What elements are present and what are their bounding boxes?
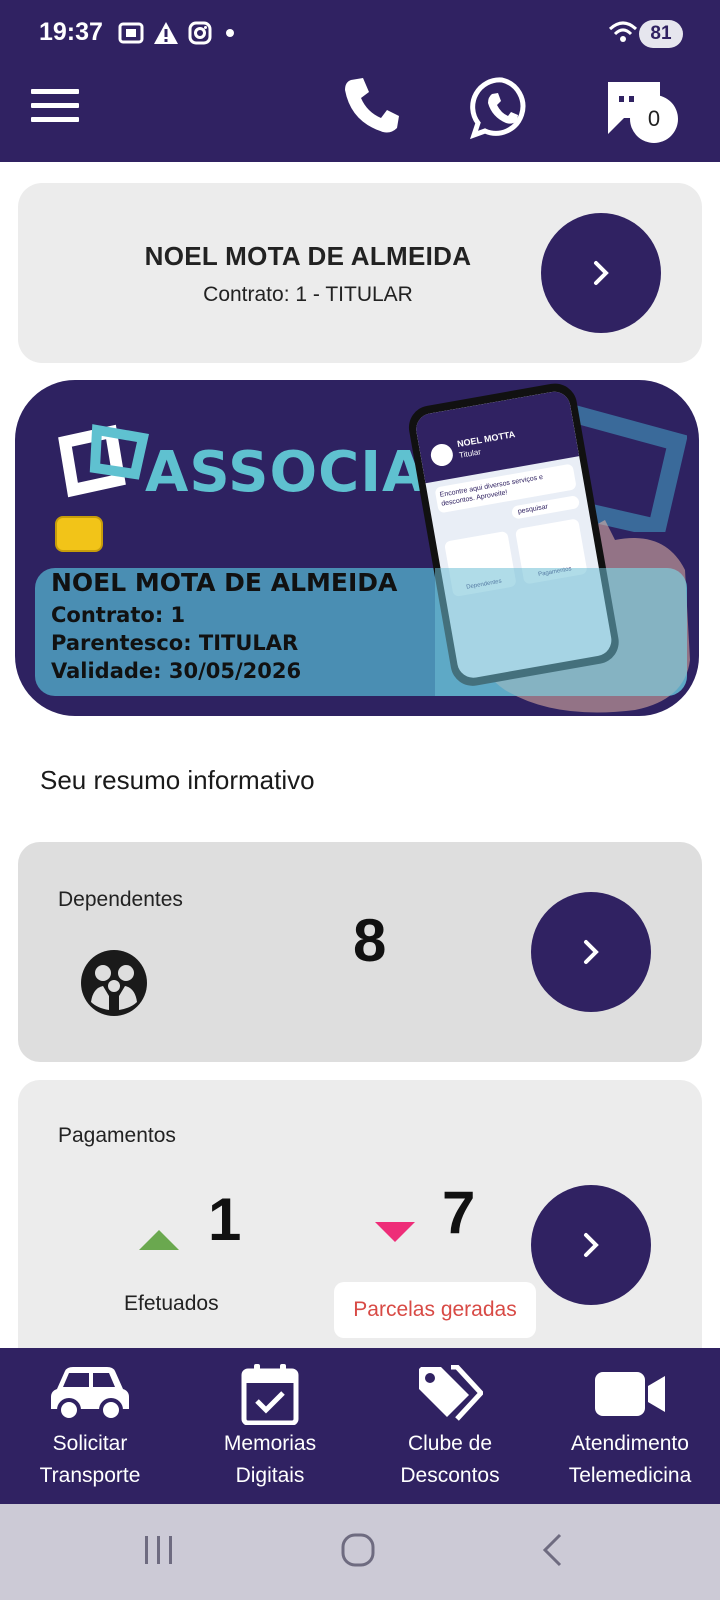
dependents-card[interactable]: Dependentes 8 (18, 842, 702, 1062)
mockup-avatar (429, 442, 455, 468)
chat-count-badge: 0 (630, 95, 678, 143)
payments-generated-count: 7 (442, 1179, 476, 1246)
dependents-count: 8 (353, 907, 387, 974)
system-navigation-bar (0, 1504, 720, 1600)
nav-label: Atendimento (571, 1432, 689, 1455)
nav-telemedicine[interactable]: Atendimento Telemedicina (540, 1348, 720, 1504)
mockup-user-role: Titular (458, 447, 482, 460)
payments-label: Pagamentos (58, 1124, 176, 1147)
card-contract: Contrato: 1 (51, 603, 186, 627)
phone-icon[interactable] (343, 76, 401, 136)
arrow-up-icon (139, 1230, 179, 1250)
payments-paid-label: Efetuados (124, 1292, 219, 1315)
status-time: 19:37 (39, 18, 103, 46)
associado-logo-icon (58, 424, 149, 498)
nav-label: Clube de (407, 1432, 493, 1455)
calendar-check-icon (241, 1364, 299, 1425)
dependents-label: Dependentes (58, 888, 183, 911)
nav-label: Transporte (39, 1464, 141, 1487)
battery-indicator: 81 (639, 20, 683, 48)
payments-card[interactable]: Pagamentos 1 Efetuados 7 Parcelas gerada… (18, 1080, 702, 1360)
payments-details-button[interactable] (531, 1185, 651, 1305)
screenshot-icon (118, 22, 144, 44)
nav-digital-memories[interactable]: Memorias Digitais (180, 1348, 360, 1504)
warning-icon (154, 22, 178, 44)
menu-button[interactable] (31, 89, 79, 125)
home-icon[interactable] (340, 1532, 376, 1568)
video-camera-icon (595, 1372, 665, 1416)
mockup-user-name: NOEL MOTTA (456, 429, 516, 450)
nav-discount-club[interactable]: Clube de Descontos (360, 1348, 540, 1504)
recent-apps-icon[interactable] (143, 1532, 175, 1568)
member-card: ASSOCIADO NOEL MOTTA Titular Encontre aq… (15, 380, 699, 716)
nav-label: Descontos (400, 1464, 500, 1487)
menu-icon-line (31, 103, 79, 108)
nav-label: Memorias (223, 1432, 317, 1455)
card-validity: Validade: 30/05/2026 (51, 659, 302, 683)
nav-label: Digitais (235, 1464, 305, 1487)
status-icons-left (118, 20, 239, 46)
arrow-down-icon (375, 1222, 415, 1242)
user-details-button[interactable] (541, 213, 661, 333)
instagram-icon (188, 21, 212, 45)
car-icon (51, 1367, 129, 1422)
payments-paid-count: 1 (208, 1186, 242, 1253)
card-kinship: Parentesco: TITULAR (51, 631, 299, 655)
dot-icon (226, 29, 234, 37)
card-chip-icon (55, 516, 103, 552)
chevron-right-icon (584, 940, 599, 964)
app-header: 19:37 81 0 (0, 0, 720, 162)
dependents-details-button[interactable] (531, 892, 651, 1012)
tags-icon (419, 1365, 483, 1421)
nav-label: Solicitar (52, 1432, 128, 1455)
menu-icon-line (31, 117, 79, 122)
card-overlay-band (435, 568, 687, 696)
chevron-right-icon (584, 1233, 599, 1257)
card-holder-name: NOEL MOTA DE ALMEIDA (51, 568, 398, 597)
whatsapp-icon[interactable] (470, 76, 534, 140)
menu-icon-line (31, 89, 79, 94)
payments-generated-label: Parcelas geradas (334, 1282, 536, 1338)
family-icon (81, 950, 147, 1016)
chevron-right-icon (594, 261, 609, 285)
summary-title: Seu resumo informativo (40, 765, 315, 795)
user-summary-card[interactable]: NOEL MOTA DE ALMEIDA Contrato: 1 - TITUL… (18, 183, 702, 363)
back-icon[interactable] (540, 1532, 566, 1568)
nav-request-transport[interactable]: Solicitar Transporte (0, 1348, 180, 1504)
wifi-icon (608, 21, 638, 42)
user-contract: Contrato: 1 - TITULAR (203, 283, 413, 306)
user-name: NOEL MOTA DE ALMEIDA (144, 241, 472, 271)
bottom-navigation: Solicitar Transporte Memorias Digitais C… (0, 1348, 720, 1504)
nav-label: Telemedicina (568, 1464, 692, 1487)
